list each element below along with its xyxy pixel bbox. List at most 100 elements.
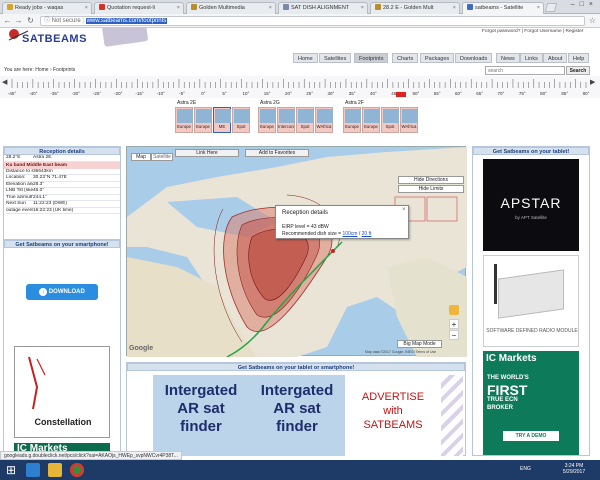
beam-thumbnail[interactable]: Europe	[362, 107, 380, 133]
ar-sat-finder-ad-2[interactable]: Intergated AR sat finder	[249, 375, 345, 456]
gmail-favicon-icon	[99, 4, 105, 10]
orbit-tick-label: 15°	[264, 91, 271, 96]
satellite-group-name: Astra 2G	[260, 100, 280, 106]
url-input[interactable]: ⓘ Not secure | www.satbeams.com/footprin…	[40, 16, 585, 26]
tab-3[interactable]: Golden Multimedia ×	[186, 2, 276, 14]
orbit-tick-label: -40°	[29, 91, 38, 96]
reception-label: True azimuth:	[6, 194, 33, 200]
selected-position-marker[interactable]	[396, 92, 406, 97]
beam-thumbnail[interactable]: Europe	[175, 107, 193, 133]
window-controls[interactable]: –□×	[548, 1, 598, 11]
file-explorer-icon[interactable]	[48, 463, 62, 477]
reception-value: 30.23°N 71.47E	[33, 175, 67, 180]
tab-1[interactable]: Ready jobs - waqas ×	[2, 2, 92, 14]
forward-icon[interactable]: →	[14, 16, 23, 25]
orbit-tick-label: -20°	[114, 91, 123, 96]
zoom-in-icon[interactable]: +	[449, 319, 459, 329]
close-icon[interactable]: ×	[453, 3, 456, 14]
beam-thumbnail[interactable]: ME	[213, 107, 231, 133]
start-button-icon[interactable]: ⊞	[4, 463, 18, 477]
golden-favicon-icon	[191, 4, 197, 10]
nav-satellites[interactable]: Satellites	[319, 53, 352, 63]
nav-home[interactable]: Home	[293, 53, 318, 63]
try-demo-button[interactable]: TRY A DEMO	[503, 431, 559, 441]
beam-thumbnail[interactable]: Europe	[258, 107, 276, 133]
location-marker-icon[interactable]	[331, 249, 335, 253]
search-button[interactable]: Search	[566, 66, 590, 75]
close-icon[interactable]: ×	[402, 207, 406, 213]
hide-directions-button[interactable]: Hide Directions	[398, 176, 464, 184]
orbit-tick-label: 30°	[327, 91, 334, 96]
back-icon[interactable]: ←	[3, 16, 12, 25]
tab-5[interactable]: 28.2 E - Golden Mult ×	[370, 2, 460, 14]
constellation-ad[interactable]: Constellation	[14, 346, 110, 438]
beam-thumbnail[interactable]: Europe	[194, 107, 212, 133]
close-icon[interactable]: ×	[537, 3, 540, 14]
sdr-radio-ad[interactable]: SOFTWARE DEFINED RADIO MODULE	[483, 255, 579, 347]
dish-cm-link[interactable]: 100cm	[342, 231, 357, 237]
close-icon[interactable]: ×	[177, 3, 180, 14]
beam-thumbnail[interactable]: WAfrica	[315, 107, 333, 133]
nav-news[interactable]: News	[496, 53, 520, 63]
add-favorites-button[interactable]: Add to Favorites	[245, 149, 309, 157]
beam-thumbnail[interactable]: Interconnect	[277, 107, 295, 133]
close-icon[interactable]: ×	[361, 3, 364, 14]
ic-markets-tablet-ad[interactable]: IC Markets THE WORLD'S FIRST TRUE ECN BR…	[483, 351, 579, 455]
constellation-logo-icon	[28, 356, 46, 410]
link-here-button[interactable]: Link Here	[175, 149, 239, 157]
advertise-ad[interactable]: ADVERTISE with SATBEAMS	[345, 375, 441, 456]
beam-thumbnail[interactable]: Spot	[381, 107, 399, 133]
chrome-icon[interactable]	[70, 463, 84, 477]
info-icon[interactable]: ⓘ	[44, 18, 52, 24]
orbit-position-ruler[interactable]: -45° -40° -35° -30° -25° -20° -15° -10° -5° 0° 5° 1…	[0, 76, 600, 98]
satbeams-logo[interactable]: SATBEAMS	[8, 28, 149, 50]
beam-map-icon	[177, 109, 193, 123]
orbit-tick-label: -10°	[157, 91, 166, 96]
nav-downloads[interactable]: Downloads	[455, 53, 493, 63]
footprint-map[interactable]: Link Here Add to Favorites Map Satellite…	[126, 146, 467, 357]
beam-thumbnail[interactable]: WAfrica	[400, 107, 418, 133]
map-type-map[interactable]: Map	[131, 153, 151, 161]
smartphone-heading: Get Satbeams on your smartphone!	[4, 240, 120, 248]
account-links[interactable]: Forgot password? | Forgot Username | Reg…	[482, 29, 583, 34]
decorative-stripes	[441, 375, 463, 456]
tab-2[interactable]: Quotation request-li ×	[94, 2, 184, 14]
nav-about[interactable]: About	[543, 53, 568, 63]
orbit-tick-label: 75°	[519, 91, 526, 96]
orbit-tick-label: 80°	[540, 91, 547, 96]
beam-thumbnail[interactable]: Europe	[343, 107, 361, 133]
nav-help[interactable]: Help	[568, 53, 590, 63]
orbit-tick-label: 10°	[242, 91, 249, 96]
beam-thumbnail[interactable]: Spot	[296, 107, 314, 133]
nav-charts[interactable]: Charts	[392, 53, 419, 63]
clock[interactable]: 3:24 PM 5/29/2017	[556, 463, 592, 475]
star-icon[interactable]: ☆	[588, 16, 597, 25]
beam-thumbnail[interactable]: Spot	[232, 107, 250, 133]
zoom-out-icon[interactable]: −	[449, 330, 459, 340]
reception-value: 46.0°	[33, 188, 45, 193]
apstar-ad[interactable]: APSTAR by APT Satellite	[483, 159, 579, 251]
big-map-mode-button[interactable]: Big Map Mode	[397, 340, 442, 348]
close-icon[interactable]: ×	[269, 3, 272, 14]
search-input[interactable]	[485, 66, 565, 75]
ie-icon[interactable]	[26, 463, 40, 477]
close-icon[interactable]: ×	[85, 3, 88, 14]
nav-links[interactable]: Links	[520, 53, 543, 63]
pegman-icon[interactable]	[449, 305, 459, 315]
nav-footprints[interactable]: Footprints	[354, 53, 389, 63]
dish-ft-link[interactable]: 20 ft	[362, 231, 372, 237]
radio-module-image	[498, 269, 564, 319]
scroll-right-icon[interactable]: ▶	[590, 78, 595, 86]
map-type-satellite[interactable]: Satellite	[151, 153, 173, 161]
hide-limits-button[interactable]: Hide Limits	[398, 185, 464, 193]
tab-6-active[interactable]: satbeams - Satellite ×	[462, 2, 544, 14]
download-button[interactable]: ↓ DOWNLOAD	[26, 284, 98, 300]
reload-icon[interactable]: ↻	[26, 16, 35, 25]
nav-packages[interactable]: Packages	[420, 53, 455, 63]
ar-sat-finder-ad-1[interactable]: Intergated AR sat finder	[153, 375, 249, 456]
reception-label: Location:	[6, 175, 26, 180]
tab-4[interactable]: SAT DISH ALIGNMENT ×	[278, 2, 368, 14]
scroll-left-icon[interactable]: ◀	[2, 78, 7, 86]
language-indicator[interactable]: ENG	[520, 466, 531, 472]
url-text[interactable]: www.satbeams.com/footprints	[85, 18, 168, 24]
